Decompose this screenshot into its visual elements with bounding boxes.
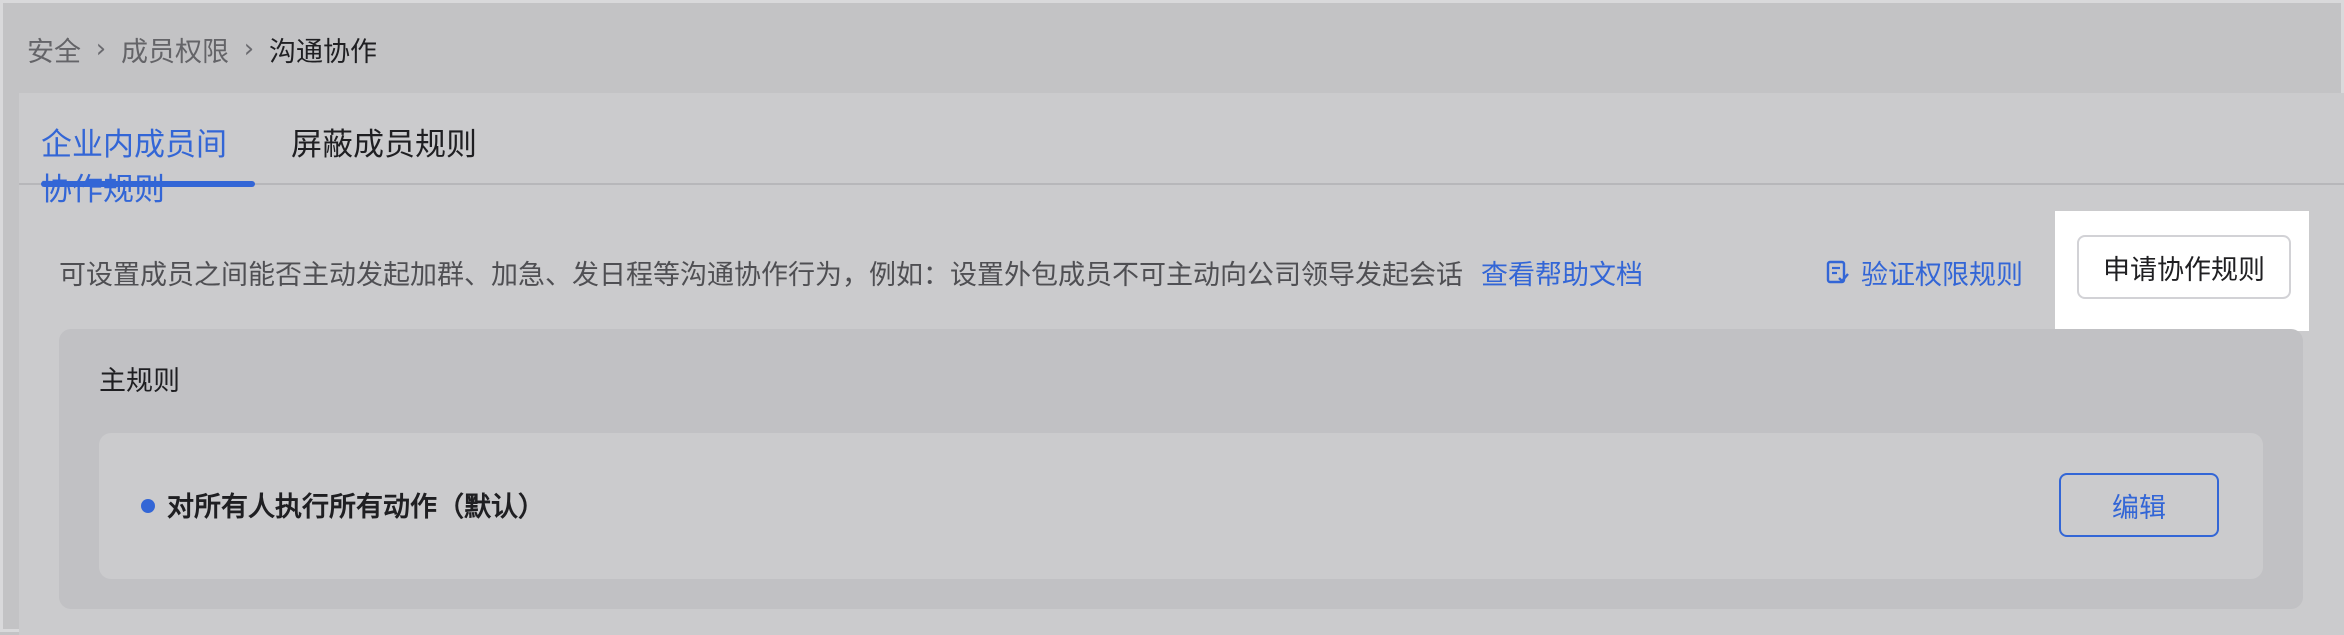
breadcrumb: 安全 › 成员权限 › 沟通协作 <box>27 27 377 71</box>
edit-button[interactable]: 编辑 <box>2059 473 2219 537</box>
verify-label: 验证权限规则 <box>1861 259 2023 291</box>
rule-item: 对所有人执行所有动作（默认） 编辑 <box>99 433 2263 579</box>
content-card: 企业内成员间协作规则 屏蔽成员规则 可设置成员之间能否主动发起加群、加急、发日程… <box>19 93 2344 635</box>
rule-item-label: 对所有人执行所有动作（默认） <box>167 492 545 523</box>
breadcrumb-item-communication: 沟通协作 <box>269 36 377 68</box>
chevron-right-icon: › <box>243 34 255 64</box>
tab-label: 企业内成员间协作规则 <box>41 127 227 208</box>
chevron-right-icon: › <box>95 34 107 64</box>
main-rule-panel: 主规则 对所有人执行所有动作（默认） 编辑 <box>59 329 2303 609</box>
apply-button-highlight: 申请协作规则 <box>2055 211 2309 331</box>
tab-bar: 企业内成员间协作规则 屏蔽成员规则 <box>19 93 2344 208</box>
main-rule-title: 主规则 <box>99 366 180 397</box>
help-doc-link[interactable]: 查看帮助文档 <box>1481 253 1643 292</box>
breadcrumb-item-member-permissions[interactable]: 成员权限 <box>121 30 229 69</box>
active-tab-indicator <box>41 181 255 187</box>
verify-permission-rules-link[interactable]: 验证权限规则 <box>1825 235 2023 309</box>
tab-block-member-rules[interactable]: 屏蔽成员规则 <box>291 119 477 185</box>
breadcrumb-item-security[interactable]: 安全 <box>27 30 81 69</box>
bullet-dot-icon <box>141 499 155 513</box>
apply-collaboration-rule-button[interactable]: 申请协作规则 <box>2077 235 2291 299</box>
description-row: 可设置成员之间能否主动发起加群、加急、发日程等沟通协作行为，例如：设置外包成员不… <box>59 235 1643 309</box>
tab-internal-collaboration-rules[interactable]: 企业内成员间协作规则 <box>41 119 255 208</box>
description-text: 可设置成员之间能否主动发起加群、加急、发日程等沟通协作行为，例如：设置外包成员不… <box>59 259 1463 291</box>
document-check-icon <box>1825 259 1851 285</box>
app-frame: 安全 › 成员权限 › 沟通协作 企业内成员间协作规则 屏蔽成员规则 可设置成员… <box>0 0 2344 635</box>
tab-label: 屏蔽成员规则 <box>291 127 477 163</box>
